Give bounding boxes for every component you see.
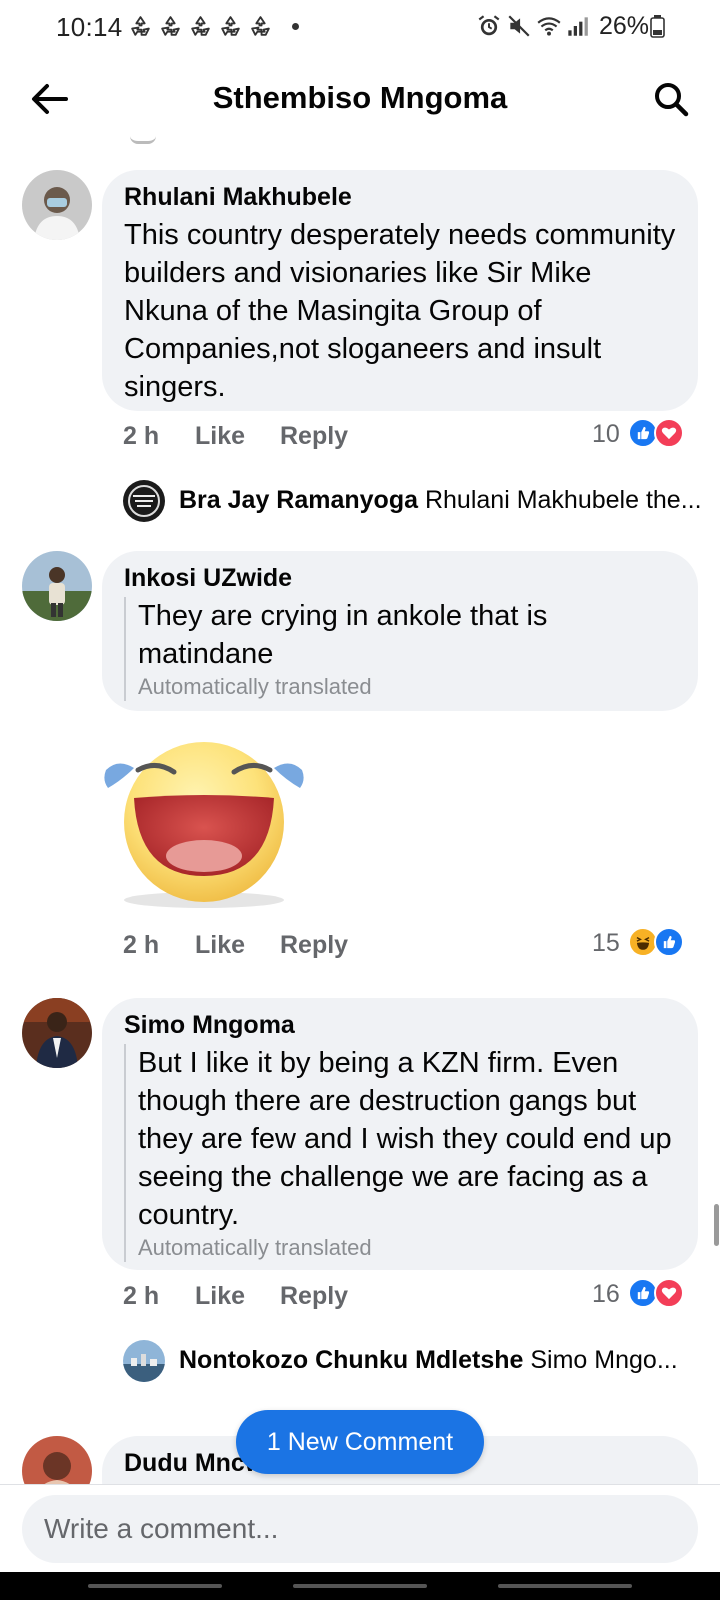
comment-composer <box>0 1484 720 1572</box>
translated-block: They are crying in ankole that is matind… <box>124 597 676 701</box>
battery-icon <box>650 15 665 38</box>
reply-button[interactable]: Reply <box>280 931 348 960</box>
comments-feed[interactable]: Rhulani Makhubele This country desperate… <box>0 136 720 1484</box>
reaction-summary[interactable]: 15 <box>592 927 702 963</box>
nav-back[interactable] <box>498 1584 632 1588</box>
reply-preview[interactable]: Nontokozo Chunku Mdletshe Simo Mngo... <box>123 1340 703 1384</box>
reply-avatar <box>123 480 165 522</box>
reply-snippet: Rhulani Makhubele the... <box>424 486 702 514</box>
reply-preview[interactable]: Bra Jay Ramanyoga Rhulani Makhubele the.… <box>123 480 703 524</box>
auto-translated-label[interactable]: Automatically translated <box>138 1234 676 1262</box>
recycle-icon <box>161 16 180 36</box>
battery-level: 26% <box>599 12 650 40</box>
previous-comment-remnant <box>130 136 156 144</box>
reply-button[interactable]: Reply <box>280 1282 348 1311</box>
reply-avatar <box>123 1340 165 1382</box>
love-icon <box>654 1278 684 1308</box>
comment-bubble[interactable]: Inkosi UZwide They are crying in ankole … <box>102 551 698 711</box>
search-icon <box>655 83 689 117</box>
love-icon <box>654 418 684 448</box>
signal-icon <box>568 17 588 36</box>
reply-author: Nontokozo Chunku Mdletshe <box>179 1346 524 1374</box>
mute-icon <box>508 15 530 37</box>
recycle-icon <box>131 16 150 36</box>
avatar[interactable] <box>22 551 92 621</box>
comment-author[interactable]: Rhulani Makhubele <box>124 182 676 212</box>
avatar[interactable] <box>22 170 92 240</box>
like-button[interactable]: Like <box>195 931 245 960</box>
nav-home[interactable] <box>293 1584 427 1588</box>
reply-text: Nontokozo Chunku Mdletshe Simo Mngo... <box>179 1346 703 1375</box>
comment-bubble[interactable]: Rhulani Makhubele This country desperate… <box>102 170 698 411</box>
notification-dot <box>292 23 299 30</box>
translated-block: But I like it by being a KZN firm. Even … <box>124 1044 676 1262</box>
system-nav-bar <box>0 1572 720 1600</box>
reply-snippet: Simo Mngo... <box>530 1346 678 1374</box>
page-title: Sthembiso Mngoma <box>212 80 508 115</box>
reaction-summary[interactable]: 16 <box>592 1278 702 1314</box>
recycle-icon <box>251 16 270 36</box>
status-time: 10:14 <box>56 12 123 42</box>
reaction-count: 10 <box>592 420 620 448</box>
like-button[interactable]: Like <box>195 422 245 451</box>
wifi-icon <box>537 17 561 36</box>
auto-translated-label[interactable]: Automatically translated <box>138 673 676 701</box>
comment-time: 2 h <box>123 1282 160 1310</box>
status-bar: 10:14 26% <box>0 0 720 54</box>
comment-text: This country desperately needs community… <box>124 219 676 403</box>
scrollbar-thumb[interactable] <box>714 1204 719 1246</box>
comment-time: 2 h <box>123 931 160 959</box>
comment-author[interactable]: Simo Mngoma <box>124 1010 676 1040</box>
app-header: Sthembiso Mngoma <box>0 62 720 136</box>
nav-recents[interactable] <box>88 1584 222 1588</box>
like-icon <box>654 927 684 957</box>
avatar[interactable] <box>22 1436 92 1484</box>
comment-author[interactable]: Inkosi UZwide <box>124 563 676 593</box>
reply-button[interactable]: Reply <box>280 422 348 451</box>
search-button[interactable] <box>648 76 694 122</box>
recycle-icon <box>221 16 240 36</box>
reaction-summary[interactable]: 10 <box>592 418 702 454</box>
comment-time: 2 h <box>123 422 160 450</box>
recycle-icon <box>191 16 210 36</box>
reply-text: Bra Jay Ramanyoga Rhulani Makhubele the.… <box>179 486 703 515</box>
avatar[interactable] <box>22 998 92 1068</box>
comment-text: But I like it by being a KZN firm. Even … <box>138 1047 672 1231</box>
comment-bubble[interactable]: Simo Mngoma But I like it by being a KZN… <box>102 998 698 1270</box>
alarm-icon <box>478 15 500 36</box>
comment-text: They are crying in ankole that is matind… <box>138 600 548 670</box>
reaction-count: 16 <box>592 1280 620 1308</box>
reaction-count: 15 <box>592 929 620 957</box>
like-button[interactable]: Like <box>195 1282 245 1311</box>
reply-author: Bra Jay Ramanyoga <box>179 486 419 514</box>
comment-input[interactable] <box>22 1495 698 1563</box>
new-comment-button[interactable]: 1 New Comment <box>236 1410 484 1474</box>
laughing-tears-sticker <box>104 742 304 908</box>
